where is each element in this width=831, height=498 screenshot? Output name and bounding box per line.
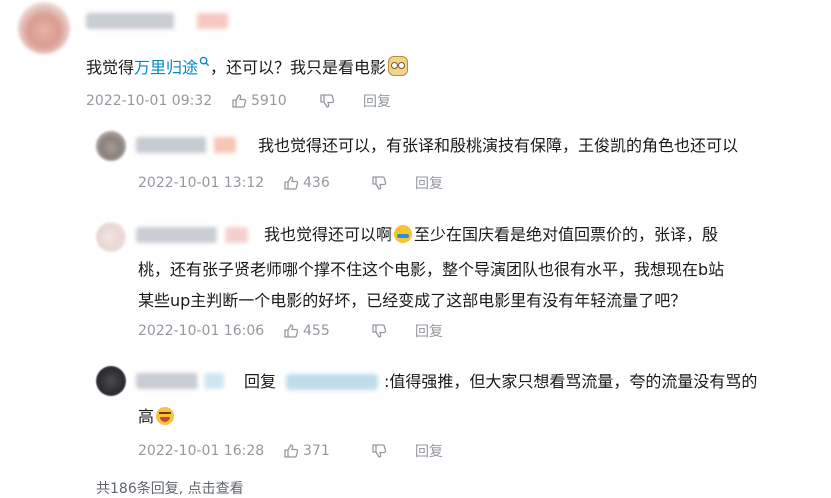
like-button[interactable]: 436 <box>283 175 371 191</box>
thumbs-up-icon[interactable] <box>231 93 247 109</box>
reply-text-line: 某些up主判断一个电影的好坏，已经变成了这部电影里有没有年轻流量了吧？ <box>138 291 687 310</box>
view-more-replies-link[interactable]: 共186条回复, 点击查看 <box>96 478 244 498</box>
timestamp: 2022-10-01 16:06 <box>138 323 265 339</box>
thumbs-up-icon[interactable] <box>283 323 299 339</box>
timestamp: 2022-10-01 13:12 <box>138 175 265 191</box>
thumbs-down-icon[interactable] <box>371 175 387 191</box>
reply-meta: 2022-10-01 13:12 436 回复 <box>138 173 443 193</box>
thumbs-up-icon[interactable] <box>283 443 299 459</box>
dislike-button[interactable] <box>371 323 415 339</box>
like-button[interactable]: 5910 <box>231 93 319 109</box>
crying-emoji-icon <box>394 225 413 243</box>
reply-text-line: :值得强推，但大家只想看骂流量，夸的流量没有骂的 <box>384 372 758 391</box>
reply-text-line: 高 <box>138 401 176 432</box>
comment-text: 我觉得万里归途 ，还可以？我只是看电影 <box>86 52 410 83</box>
avatar[interactable] <box>96 131 126 161</box>
comment-meta: 2022-10-01 09:32 5910 回复 <box>86 91 391 111</box>
avatar[interactable] <box>96 366 126 396</box>
username-blurred[interactable] <box>136 227 248 243</box>
dislike-button[interactable] <box>319 93 363 109</box>
like-count: 455 <box>303 323 330 339</box>
reply-text: 我也觉得还可以，有张译和殷桃演技有保障，王俊凯的角色也还可以 <box>258 136 739 155</box>
dislike-button[interactable] <box>371 175 415 191</box>
like-count: 5910 <box>251 93 287 109</box>
reply-button[interactable]: 回复 <box>415 441 443 461</box>
reply-button[interactable]: 回复 <box>415 321 443 341</box>
timestamp: 2022-10-01 09:32 <box>86 93 213 109</box>
reply-text-part: 高 <box>138 407 155 426</box>
search-icon[interactable] <box>199 56 210 67</box>
comment-text-part: ，还可以？我只是看电影 <box>210 58 387 77</box>
laughing-emoji-icon <box>156 407 175 425</box>
dislike-button[interactable] <box>371 443 415 459</box>
reply-text-line: 我也觉得还可以啊 至少在国庆看是绝对值回票价的，张译，殷 <box>264 219 718 250</box>
username-blurred[interactable] <box>86 13 228 29</box>
reply-prefix: 回复 <box>244 372 277 391</box>
avatar[interactable] <box>96 222 126 252</box>
reply-meta: 2022-10-01 16:06 455 回复 <box>138 321 443 341</box>
reply-text-line: 回复 <box>244 366 276 397</box>
like-button[interactable]: 455 <box>283 323 371 339</box>
reply-text-part: 至少在国庆看是绝对值回票价的，张译，殷 <box>414 225 719 244</box>
username-blurred[interactable] <box>136 137 236 153</box>
comment-text-part: 我觉得 <box>86 58 135 77</box>
reply-text-part: 我也觉得还可以啊 <box>264 225 393 244</box>
thumbs-down-icon[interactable] <box>371 443 387 459</box>
thumbs-down-icon[interactable] <box>319 93 335 109</box>
like-count: 371 <box>303 443 330 459</box>
search-link[interactable]: 万里归途 <box>134 56 210 77</box>
avatar[interactable] <box>18 2 70 54</box>
timestamp: 2022-10-01 16:28 <box>138 443 265 459</box>
thumbs-up-icon[interactable] <box>283 175 299 191</box>
username-blurred[interactable] <box>136 373 224 389</box>
search-link-label[interactable]: 万里归途 <box>134 58 198 77</box>
thinking-emoji-icon <box>388 56 409 76</box>
reply-button[interactable]: 回复 <box>363 91 391 111</box>
thumbs-down-icon[interactable] <box>371 323 387 339</box>
reply-text-line: 桃，还有张子贤老师哪个撑不住这个电影，整个导演团队也很有水平，我想现在b站 <box>138 260 725 279</box>
like-count: 436 <box>303 175 330 191</box>
like-button[interactable]: 371 <box>283 443 371 459</box>
mentioned-username-blurred[interactable] <box>286 374 378 390</box>
reply-button[interactable]: 回复 <box>415 173 443 193</box>
reply-meta: 2022-10-01 16:28 371 回复 <box>138 441 443 461</box>
